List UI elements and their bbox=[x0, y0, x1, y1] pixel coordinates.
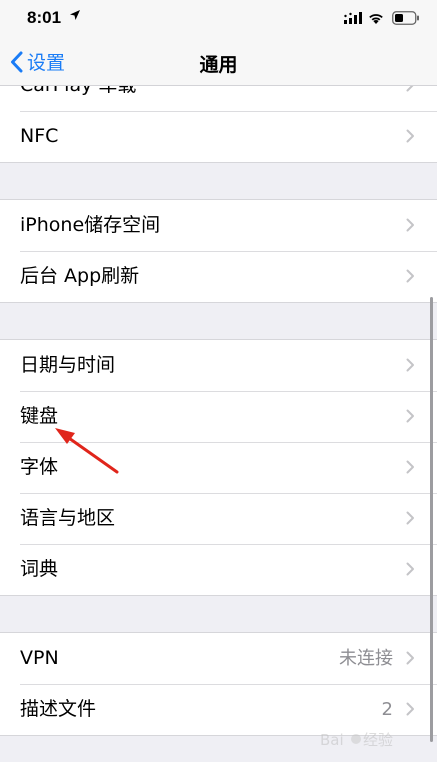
row-label: iPhone储存空间 bbox=[20, 214, 161, 236]
status-time: 8:01 bbox=[27, 8, 62, 27]
settings-group-1: CarPlay 车载 NFC bbox=[0, 86, 437, 163]
row-label: 字体 bbox=[20, 456, 59, 478]
vpn-status-value: 未连接 bbox=[339, 648, 393, 669]
row-label: NFC bbox=[20, 125, 59, 147]
chevron-right-icon bbox=[406, 562, 414, 576]
chevron-right-icon bbox=[406, 511, 414, 525]
row-dictionary[interactable]: 词典 bbox=[0, 544, 437, 595]
status-bar: 8:01 bbox=[0, 0, 437, 40]
row-label: 词典 bbox=[20, 558, 59, 580]
location-arrow-icon bbox=[70, 10, 80, 20]
row-label: 键盘 bbox=[20, 405, 59, 427]
row-language-region[interactable]: 语言与地区 bbox=[0, 493, 437, 544]
row-fonts[interactable]: 字体 bbox=[0, 442, 437, 493]
chevron-right-icon bbox=[406, 651, 414, 665]
chevron-right-icon bbox=[406, 86, 414, 92]
settings-group-4: VPN 未连接 描述文件 2 bbox=[0, 632, 437, 736]
row-keyboard[interactable]: 键盘 bbox=[0, 391, 437, 442]
page-title: 通用 bbox=[199, 54, 238, 76]
scroll-indicator[interactable] bbox=[430, 297, 433, 742]
wifi-icon bbox=[369, 14, 383, 24]
chevron-right-icon bbox=[406, 269, 414, 283]
row-label: VPN bbox=[20, 647, 59, 669]
row-carplay[interactable]: CarPlay 车载 bbox=[0, 86, 437, 111]
row-iphone-storage[interactable]: iPhone储存空间 bbox=[0, 200, 437, 251]
navigation-bar: 设置 通用 bbox=[0, 40, 437, 86]
row-label: 语言与地区 bbox=[20, 507, 116, 529]
chevron-right-icon bbox=[406, 409, 414, 423]
row-date-time[interactable]: 日期与时间 bbox=[0, 340, 437, 391]
row-background-app-refresh[interactable]: 后台 App刷新 bbox=[0, 251, 437, 302]
battery-icon bbox=[392, 11, 419, 25]
row-label: 描述文件 bbox=[20, 698, 97, 720]
settings-group-3: 日期与时间 键盘 字体 语言与地区 词典 bbox=[0, 339, 437, 596]
svg-text:经验: 经验 bbox=[363, 731, 393, 749]
settings-group-2: iPhone储存空间 后台 App刷新 bbox=[0, 199, 437, 303]
chevron-right-icon bbox=[406, 460, 414, 474]
baidu-watermark-icon: Bai 经验 bbox=[320, 731, 393, 749]
row-nfc[interactable]: NFC bbox=[0, 111, 437, 162]
row-label: 后台 App刷新 bbox=[20, 265, 140, 287]
chevron-right-icon bbox=[406, 702, 414, 716]
chevron-right-icon bbox=[406, 129, 414, 143]
row-vpn[interactable]: VPN 未连接 bbox=[0, 633, 437, 684]
row-label: CarPlay 车载 bbox=[20, 86, 136, 111]
row-label: 日期与时间 bbox=[20, 354, 116, 376]
chevron-right-icon bbox=[406, 218, 414, 232]
settings-list[interactable]: CarPlay 车载 NFC iPhone储存空间 后台 App刷新 日期与时间 bbox=[0, 86, 437, 762]
svg-text:Bai: Bai bbox=[320, 731, 344, 749]
chevron-right-icon bbox=[406, 358, 414, 372]
cellular-signal-icon bbox=[344, 12, 362, 24]
